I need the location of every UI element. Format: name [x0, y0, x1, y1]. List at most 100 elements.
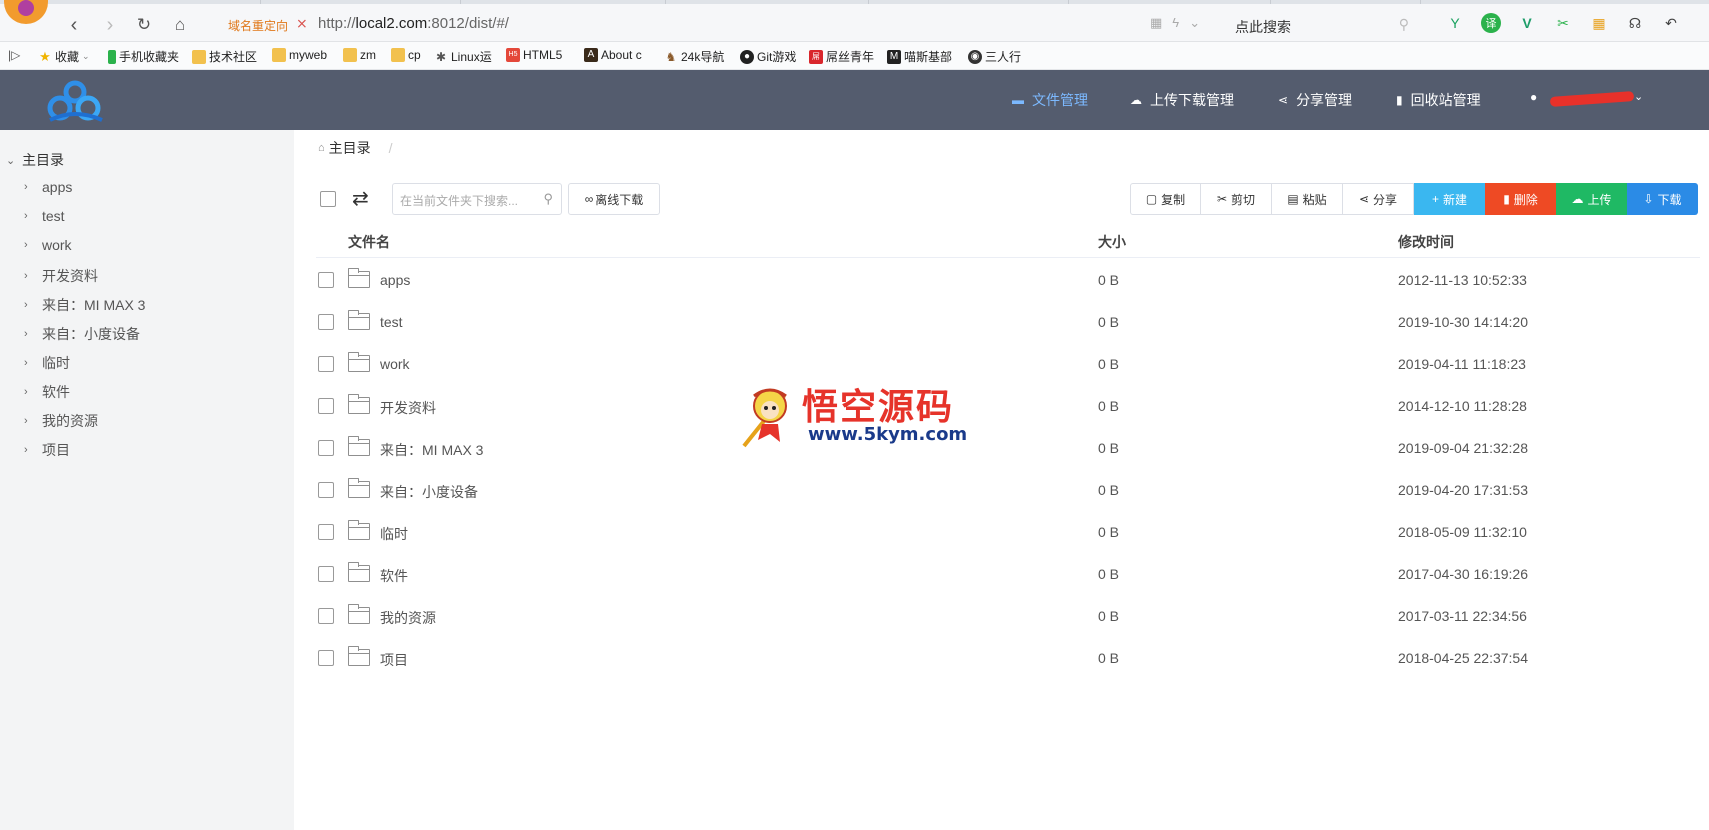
apps-grid-icon[interactable]: ▦ — [1589, 13, 1609, 33]
file-name[interactable]: 开发资料 — [380, 398, 436, 418]
extension-v-icon[interactable]: Y — [1445, 13, 1465, 33]
chevron-right-icon[interactable]: › — [24, 270, 32, 282]
row-checkbox[interactable] — [318, 314, 334, 330]
bookmark-item[interactable]: 手机收藏夹 — [108, 48, 179, 65]
bookmark-item[interactable]: ◉ 三人行 — [968, 48, 1021, 65]
row-checkbox[interactable] — [318, 650, 334, 666]
qr-icon[interactable]: ▦ — [1150, 15, 1162, 31]
chevron-down-icon[interactable]: ⌄ — [6, 154, 15, 167]
file-name[interactable]: 来自：MI MAX 3 — [380, 440, 483, 460]
column-header-size[interactable]: 大小 — [1098, 232, 1126, 252]
scissors-icon[interactable]: ✂ — [1553, 13, 1573, 33]
tree-item[interactable]: › work — [24, 237, 72, 253]
tree-item[interactable]: › test — [24, 208, 65, 224]
offline-download-button[interactable]: ∞ 离线下载 — [568, 183, 660, 215]
tree-root[interactable]: ⌄ 主目录 — [6, 150, 64, 170]
upload-button[interactable]: ☁ 上传 — [1556, 183, 1627, 215]
back-icon[interactable]: ‹ — [62, 13, 86, 37]
new-button[interactable]: + 新建 — [1414, 183, 1485, 215]
bookmark-item[interactable]: 屌屌丝青年 — [809, 48, 874, 65]
table-row[interactable]: 开发资料 0 B 2014-12-10 11:28:28 — [316, 384, 1700, 426]
insecure-icon[interactable]: ⨯ — [296, 15, 308, 32]
breadcrumb-root[interactable]: 主目录 — [329, 138, 371, 158]
search-icon[interactable]: ⚲ — [543, 191, 553, 207]
bookmark-item[interactable]: ★ 收藏 ⌄ — [38, 48, 89, 65]
bookmark-item[interactable]: cp — [391, 48, 421, 62]
lightning-icon[interactable]: ϟ — [1172, 15, 1179, 31]
row-checkbox[interactable] — [318, 566, 334, 582]
tree-item[interactable]: › apps — [24, 179, 72, 195]
file-name[interactable]: apps — [380, 272, 410, 288]
table-row[interactable]: 来自：小度设备 0 B 2019-04-20 17:31:53 — [316, 468, 1700, 510]
swap-view-icon[interactable]: ⇄ — [352, 186, 369, 211]
headphones-icon[interactable]: ☊ — [1625, 13, 1645, 33]
forward-icon[interactable]: › — [98, 13, 122, 37]
file-name[interactable]: 项目 — [380, 650, 408, 670]
sidebar-toggle-icon[interactable]: |▷ — [8, 48, 20, 62]
table-row[interactable]: 项目 0 B 2018-04-25 22:37:54 — [316, 636, 1700, 678]
cloud-logo-icon[interactable] — [44, 78, 106, 124]
bookmark-item[interactable]: ✱ Linux运 — [434, 48, 492, 65]
paste-button[interactable]: ▤ 粘贴 — [1272, 183, 1343, 215]
nav-recycle-bin[interactable]: ▮ 回收站管理 — [1396, 90, 1481, 110]
table-row[interactable]: 来自：MI MAX 3 0 B 2019-09-04 21:32:28 — [316, 426, 1700, 468]
tree-item[interactable]: › 项目 — [24, 440, 70, 460]
chevron-right-icon[interactable]: › — [24, 386, 32, 398]
chevron-right-icon[interactable]: › — [24, 239, 32, 251]
bookmark-item[interactable]: ● Git游戏 — [740, 48, 796, 65]
row-checkbox[interactable] — [318, 440, 334, 456]
row-checkbox[interactable] — [318, 482, 334, 498]
tree-item[interactable]: › 软件 — [24, 382, 70, 402]
home-icon[interactable]: ⌂ — [168, 13, 192, 37]
table-row[interactable]: 软件 0 B 2017-04-30 16:19:26 — [316, 552, 1700, 594]
chevron-right-icon[interactable]: › — [24, 415, 32, 427]
nav-share-management[interactable]: ⋖ 分享管理 — [1278, 90, 1352, 110]
url-field[interactable]: http://local2.com:8012/dist/#/ — [318, 15, 509, 32]
file-name[interactable]: work — [380, 356, 410, 372]
bookmark-item[interactable]: 技术社区 — [192, 48, 257, 65]
nav-transfer-management[interactable]: ☁ 上传下载管理 — [1130, 90, 1234, 110]
row-checkbox[interactable] — [318, 608, 334, 624]
folder-search-input[interactable]: 在当前文件夹下搜索... ⚲ — [392, 183, 562, 215]
table-row[interactable]: 临时 0 B 2018-05-09 11:32:10 — [316, 510, 1700, 552]
chevron-right-icon[interactable]: › — [24, 299, 32, 311]
reload-icon[interactable]: ↻ — [132, 13, 156, 37]
select-all-checkbox[interactable] — [320, 191, 336, 207]
bookmark-item[interactable]: zm — [343, 48, 376, 62]
table-row[interactable]: 我的资源 0 B 2017-03-11 22:34:56 — [316, 594, 1700, 636]
cut-button[interactable]: ✂ 剪切 — [1201, 183, 1272, 215]
tree-item[interactable]: › 我的资源 — [24, 411, 98, 431]
row-checkbox[interactable] — [318, 398, 334, 414]
column-header-modified[interactable]: 修改时间 — [1398, 232, 1454, 252]
row-checkbox[interactable] — [318, 272, 334, 288]
chevron-right-icon[interactable]: › — [24, 210, 32, 222]
chevron-down-icon[interactable]: ⌄ — [1634, 90, 1643, 103]
browser-logo-icon[interactable] — [4, 0, 48, 24]
chevron-down-icon[interactable]: ⌄ — [1189, 15, 1200, 31]
browser-search-input[interactable]: 点此搜索 ⚲ — [1225, 10, 1415, 38]
delete-button[interactable]: ▮ 删除 — [1485, 183, 1556, 215]
bookmark-item[interactable]: A About c — [584, 48, 642, 62]
tree-item[interactable]: › 开发资料 — [24, 266, 98, 286]
translate-icon[interactable]: 译 — [1481, 13, 1501, 33]
undo-icon[interactable]: ↶ — [1661, 13, 1681, 33]
column-header-name[interactable]: 文件名 — [348, 232, 390, 252]
tree-item[interactable]: › 来自：小度设备 — [24, 324, 140, 344]
bookmark-item[interactable]: myweb — [272, 48, 327, 62]
copy-button[interactable]: ▢ 复制 — [1130, 183, 1201, 215]
chevron-right-icon[interactable]: › — [24, 328, 32, 340]
row-checkbox[interactable] — [318, 524, 334, 540]
tree-item[interactable]: › 来自：MI MAX 3 — [24, 295, 145, 315]
vue-devtools-icon[interactable]: V — [1517, 13, 1537, 33]
download-button[interactable]: ⇩ 下载 — [1627, 183, 1698, 215]
file-name[interactable]: 我的资源 — [380, 608, 436, 628]
chevron-right-icon[interactable]: › — [24, 357, 32, 369]
user-menu[interactable]: ● — [1530, 90, 1537, 104]
file-name[interactable]: 软件 — [380, 566, 408, 586]
row-checkbox[interactable] — [318, 356, 334, 372]
share-button[interactable]: ⋖ 分享 — [1343, 183, 1414, 215]
file-name[interactable]: 临时 — [380, 524, 408, 544]
file-name[interactable]: 来自：小度设备 — [380, 482, 478, 502]
tree-item[interactable]: › 临时 — [24, 353, 70, 373]
bookmark-item[interactable]: ♞ 24k导航 — [664, 48, 725, 65]
